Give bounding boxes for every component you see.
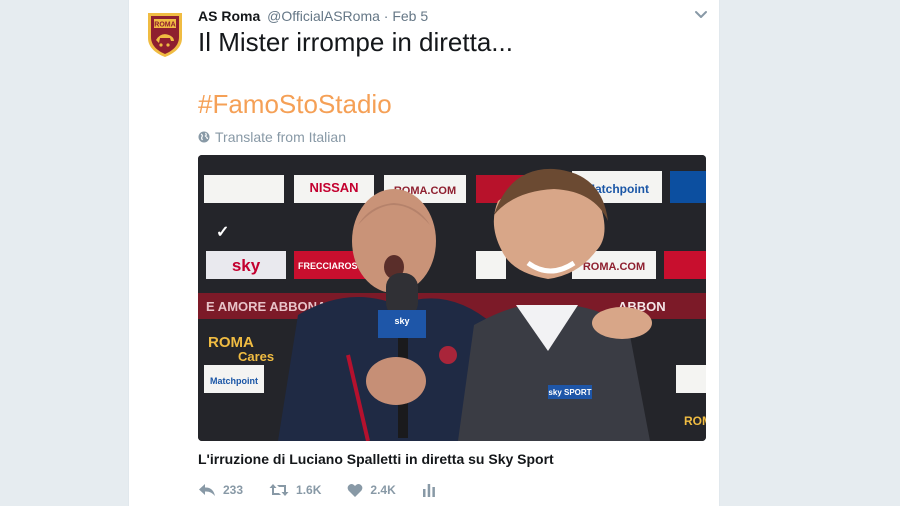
globe-icon bbox=[198, 131, 210, 143]
svg-text:sky SPORT: sky SPORT bbox=[548, 388, 591, 397]
roma-crest-icon: ROMA bbox=[148, 13, 182, 57]
chevron-down-icon[interactable] bbox=[693, 8, 709, 22]
analytics-icon bbox=[422, 484, 435, 497]
media-caption[interactable]: L'irruzione di Luciano Spalletti in dire… bbox=[198, 450, 554, 468]
video-thumbnail[interactable]: NISSAN ROMA.COM Matchpoint ✓ sky FRECCIA… bbox=[198, 155, 706, 441]
svg-text:ROM: ROM bbox=[684, 414, 706, 428]
author-name[interactable]: AS Roma bbox=[198, 8, 260, 24]
reply-count: 233 bbox=[223, 483, 244, 497]
tweet-date[interactable]: Feb 5 bbox=[392, 8, 428, 24]
reply-icon bbox=[199, 484, 215, 496]
reply-button[interactable]: 233 bbox=[198, 482, 243, 498]
svg-text:Cares: Cares bbox=[238, 349, 274, 364]
interview-scene-image: NISSAN ROMA.COM Matchpoint ✓ sky FRECCIA… bbox=[198, 155, 706, 441]
hashtag-link[interactable]: #FamoStoStadio bbox=[198, 88, 392, 120]
svg-text:✓: ✓ bbox=[216, 224, 229, 241]
header-separator: · bbox=[383, 8, 389, 24]
tweet-text: Il Mister irrompe in diretta... bbox=[198, 27, 513, 57]
tweet-actions: 233 1.6K 2.4K bbox=[198, 480, 462, 500]
retweet-icon bbox=[269, 484, 289, 496]
svg-text:NISSAN: NISSAN bbox=[309, 180, 358, 195]
author-handle[interactable]: @OfficialASRoma bbox=[267, 8, 380, 24]
svg-text:Matchpoint: Matchpoint bbox=[210, 376, 258, 386]
heart-icon bbox=[348, 483, 363, 497]
tweet-card[interactable]: ROMA AS Roma @OfficialASRoma · Feb 5 Il … bbox=[128, 0, 720, 506]
avatar[interactable]: ROMA bbox=[145, 10, 185, 58]
svg-text:sky: sky bbox=[394, 316, 409, 326]
svg-text:ROMA.COM: ROMA.COM bbox=[583, 261, 645, 273]
svg-text:ROMA: ROMA bbox=[154, 22, 175, 29]
like-count: 2.4K bbox=[370, 483, 396, 497]
like-button[interactable]: 2.4K bbox=[347, 483, 396, 498]
translate-link[interactable]: Translate from Italian bbox=[198, 129, 346, 145]
tweet-header: AS Roma @OfficialASRoma · Feb 5 bbox=[198, 7, 428, 25]
retweet-count: 1.6K bbox=[296, 483, 322, 497]
analytics-button[interactable] bbox=[422, 483, 436, 497]
svg-text:sky: sky bbox=[232, 256, 261, 275]
translate-label: Translate from Italian bbox=[215, 129, 346, 145]
retweet-button[interactable]: 1.6K bbox=[269, 482, 321, 498]
